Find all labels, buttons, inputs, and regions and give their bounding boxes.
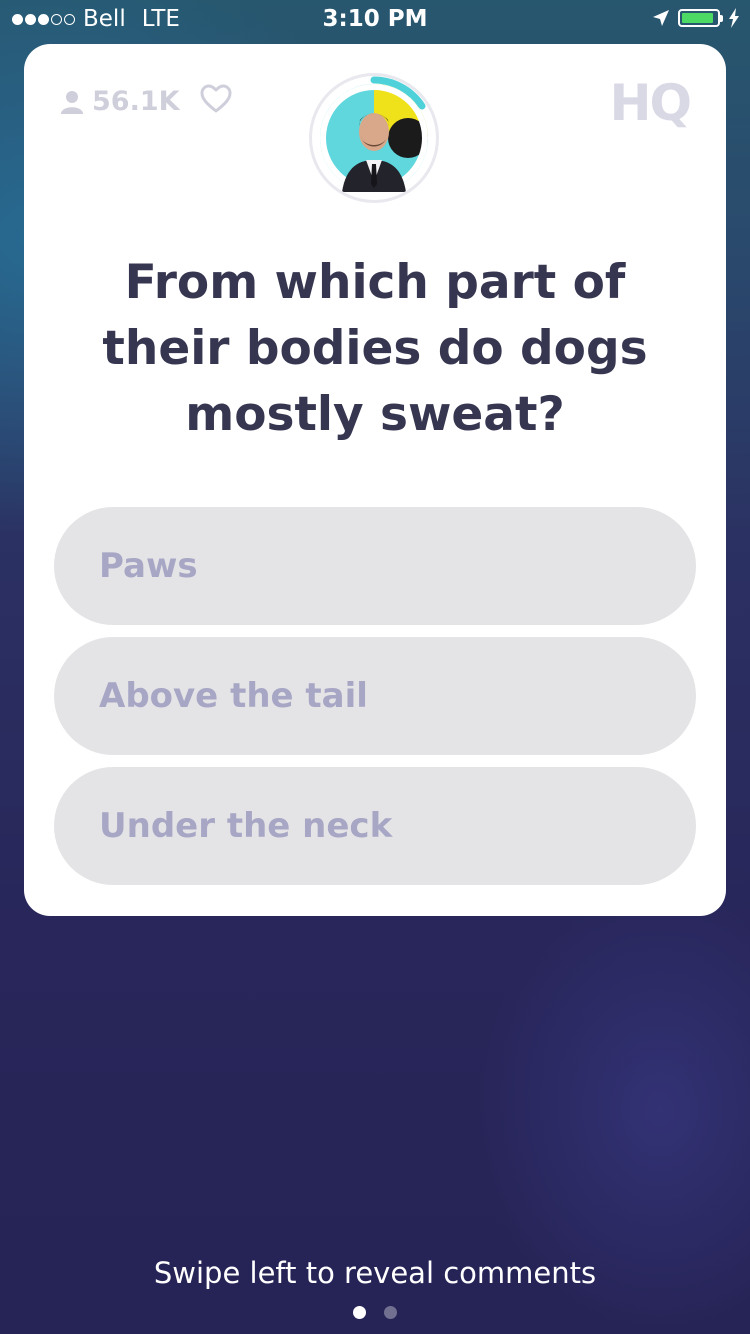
answer-option-2[interactable]: Above the tail	[54, 637, 696, 755]
charging-bolt-icon	[729, 8, 739, 28]
page-dot-2[interactable]	[384, 1306, 397, 1319]
heart-icon[interactable]	[200, 84, 232, 114]
question-text: From which part of their bodies do dogs …	[102, 255, 648, 442]
viewer-count: 56.1K	[60, 86, 180, 117]
status-time: 3:10 PM	[322, 6, 428, 32]
answer-label: Above the tail	[99, 676, 368, 716]
question-card: 56.1K HQ From which part of their bodies…	[24, 44, 726, 916]
page-indicator[interactable]	[0, 1306, 750, 1319]
answer-option-3[interactable]: Under the neck	[54, 767, 696, 885]
host-avatar	[312, 76, 436, 200]
answer-label: Paws	[99, 546, 198, 586]
answer-label: Under the neck	[99, 806, 393, 846]
timer-ring	[370, 76, 426, 110]
person-icon	[61, 90, 83, 114]
swipe-hint: Swipe left to reveal comments	[153, 1256, 597, 1290]
status-bar: Bell LTE 3:10 PM	[0, 0, 750, 40]
viewer-count-label: 56.1K	[92, 86, 180, 117]
page-dot-1[interactable]	[353, 1306, 366, 1319]
hq-logo: HQ	[609, 74, 692, 132]
status-right	[652, 8, 740, 28]
battery-icon	[678, 9, 723, 27]
answer-option-1[interactable]: Paws	[54, 507, 696, 625]
location-arrow-icon	[653, 10, 669, 26]
